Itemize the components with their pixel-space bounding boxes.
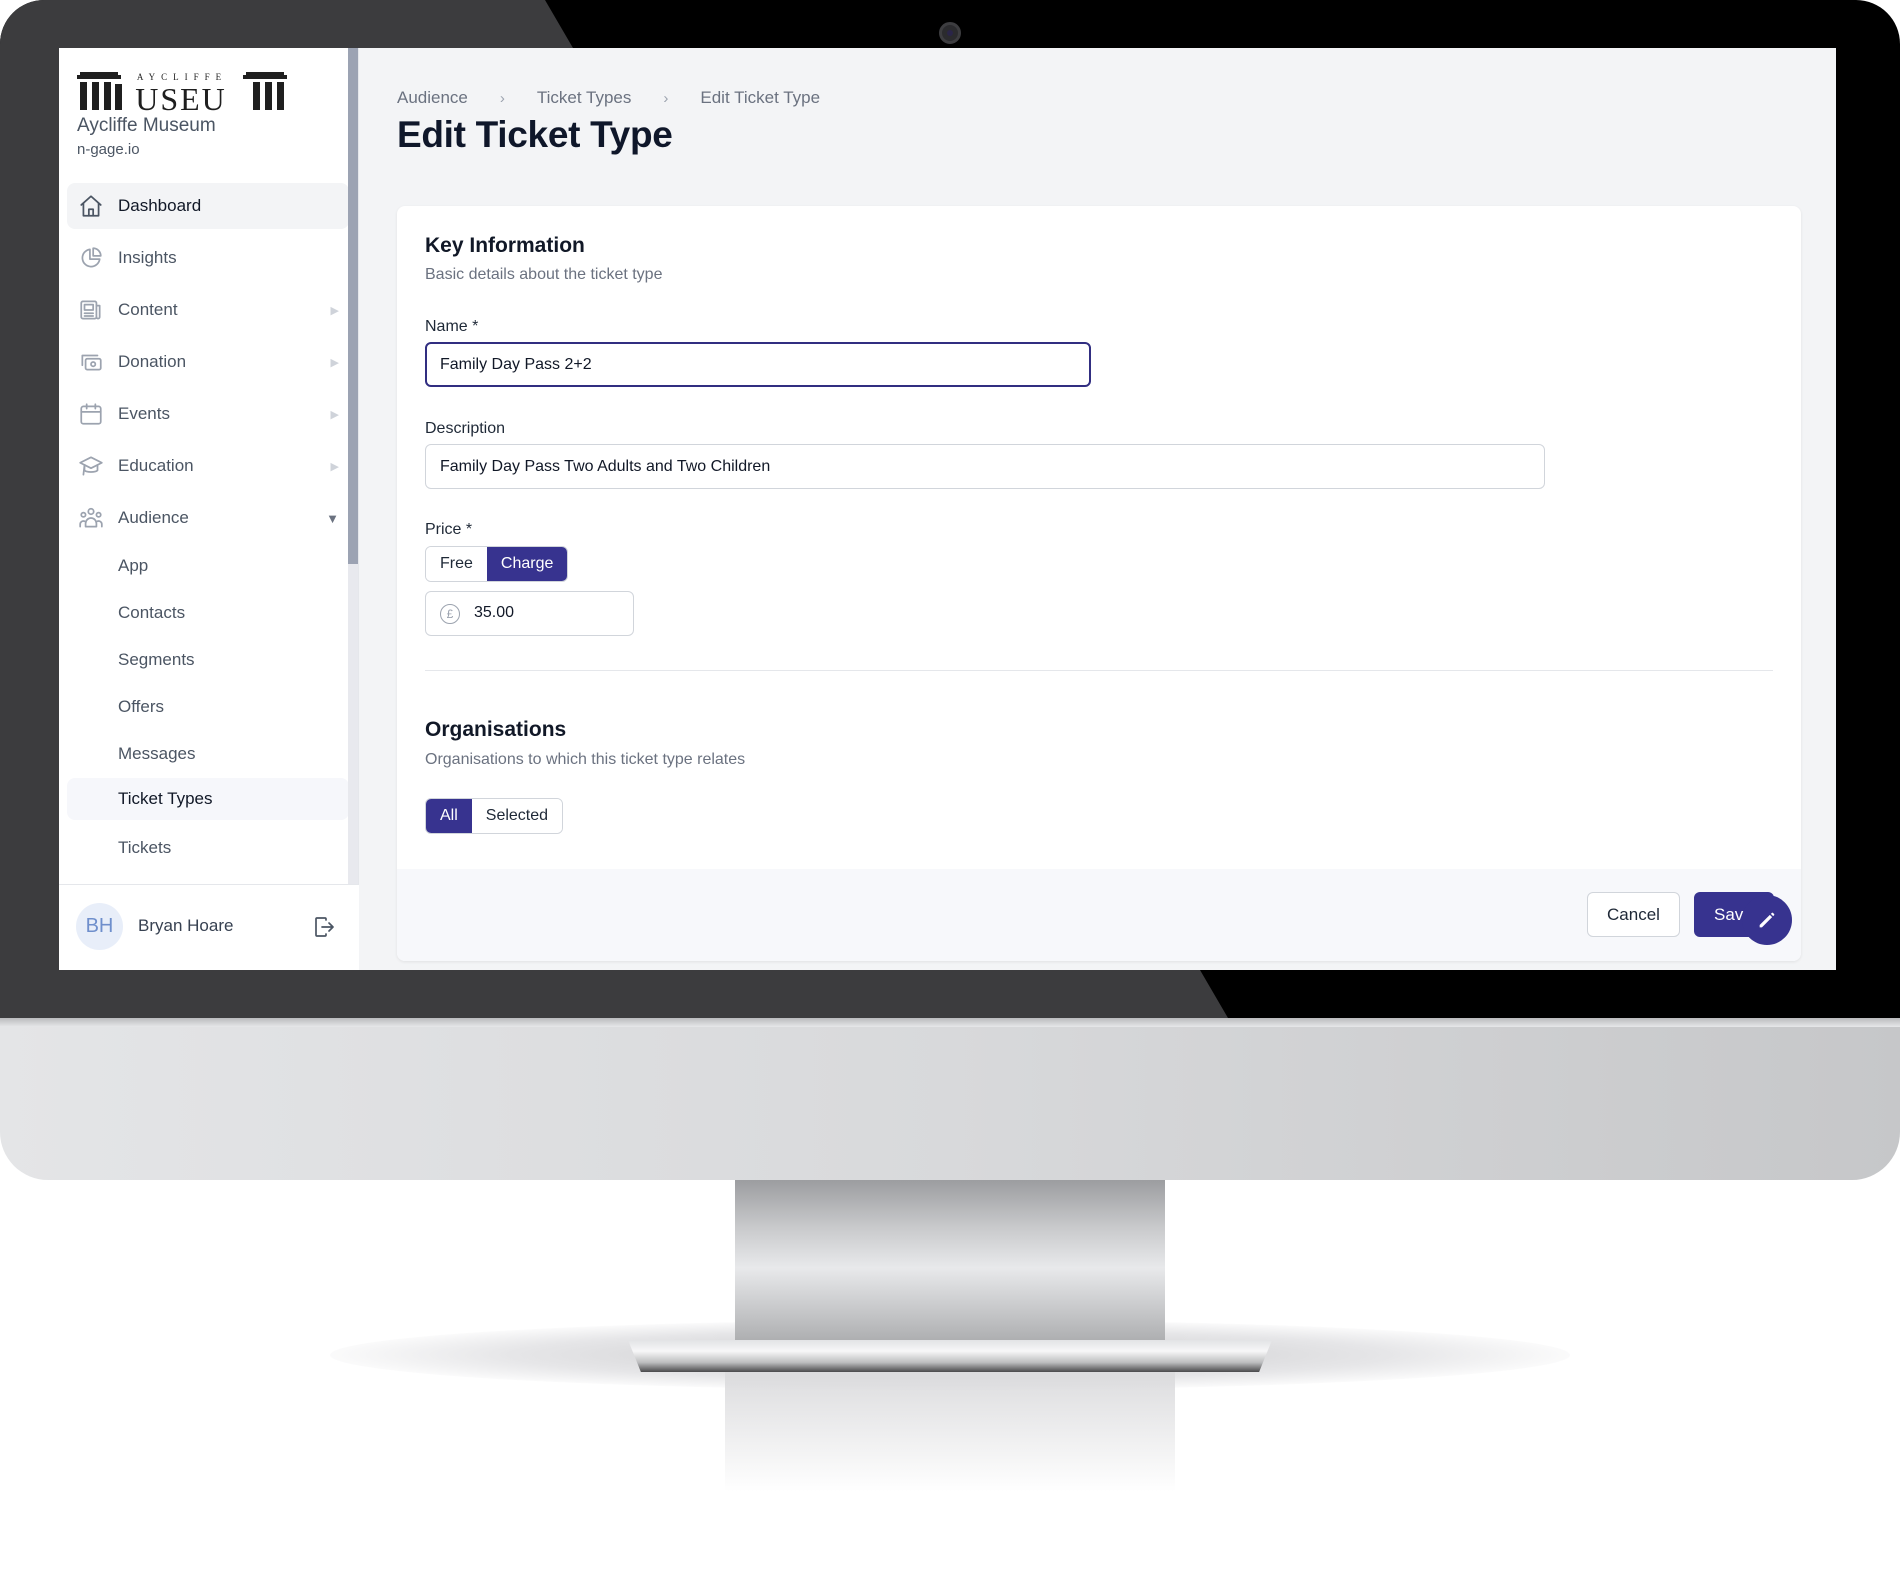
breadcrumb-audience[interactable]: Audience <box>397 88 468 108</box>
description-label: Description <box>425 420 506 437</box>
organisations-subtitle: Organisations to which this ticket type … <box>425 751 746 768</box>
sidebar-item-label: App <box>118 556 149 575</box>
sidebar-item-education[interactable]: Education ▶ <box>67 443 349 489</box>
sidebar: AYCLIFFE USEU Aycliffe Museum n-gage.io … <box>59 48 359 970</box>
sidebar-item-content[interactable]: Content ▶ <box>67 287 349 333</box>
organisations-heading: Organisations <box>425 718 567 741</box>
museum-logo[interactable]: AYCLIFFE USEU <box>77 72 287 112</box>
stand-reflection <box>725 1372 1175 1492</box>
chevron-right-icon: ▶ <box>330 304 339 317</box>
sidebar-item-label: Segments <box>118 650 195 669</box>
sidebar-item-label: Insights <box>118 248 177 267</box>
sidebar-item-label: Contacts <box>118 603 186 622</box>
sidebar-item-insights[interactable]: Insights <box>67 235 349 281</box>
sidebar-item-label: Audience <box>118 508 189 527</box>
sidebar-scrollbar-thumb[interactable] <box>348 48 358 564</box>
name-input[interactable] <box>425 342 1091 387</box>
sidebar-item-label: Tickets <box>118 838 172 857</box>
sidebar-item-label: Messages <box>118 744 196 763</box>
form-actions: Cancel Save <box>397 869 1801 961</box>
name-label: Name * <box>425 318 479 335</box>
sidebar-item-audience[interactable]: Audience ▼ <box>67 495 349 541</box>
sidebar-item-label: Dashboard <box>118 196 202 215</box>
svg-text:USEU: USEU <box>135 81 227 112</box>
sidebar-item-label: Ticket Types <box>118 789 213 808</box>
calendar-icon <box>77 400 105 428</box>
cash-icon <box>77 348 105 376</box>
pie-chart-icon <box>77 244 105 272</box>
sidebar-item-ticket-types[interactable]: Ticket Types <box>67 778 349 820</box>
camera-icon <box>939 22 961 44</box>
chevron-right-icon: › <box>499 89 505 107</box>
pencil-icon <box>1759 912 1775 928</box>
users-icon <box>77 504 105 532</box>
monitor-chin <box>0 1018 1900 1180</box>
edit-fab-button[interactable] <box>1742 895 1792 945</box>
description-input[interactable] <box>425 444 1545 489</box>
price-type-toggle: Free Charge <box>425 546 569 582</box>
sidebar-item-donation[interactable]: Donation ▶ <box>67 339 349 385</box>
app-screen: AYCLIFFE USEU Aycliffe Museum n-gage.io … <box>59 48 1836 970</box>
organisation-domain: n-gage.io <box>77 141 140 158</box>
chevron-right-icon: ▶ <box>330 460 339 473</box>
pound-currency-icon: £ <box>440 604 460 624</box>
organisation-name: Aycliffe Museum <box>77 115 216 136</box>
organisations-all-option[interactable]: All <box>426 799 472 833</box>
sidebar-item-contacts[interactable]: Contacts <box>67 590 349 636</box>
breadcrumb: Audience › Ticket Types › Edit Ticket Ty… <box>397 88 820 108</box>
graduation-cap-icon <box>77 452 105 480</box>
chevron-right-icon: › <box>663 89 669 107</box>
sidebar-item-dashboard[interactable]: Dashboard <box>67 183 349 229</box>
price-free-option[interactable]: Free <box>426 547 487 581</box>
section-divider <box>425 670 1773 671</box>
sidebar-item-offers[interactable]: Offers <box>67 684 349 730</box>
price-input[interactable] <box>474 604 614 622</box>
chevron-right-icon: ▶ <box>330 408 339 421</box>
key-information-heading: Key Information <box>425 234 585 257</box>
logout-icon[interactable] <box>312 915 336 939</box>
price-charge-option[interactable]: Charge <box>486 547 568 581</box>
user-panel: BH Bryan Hoare <box>59 884 359 970</box>
page-title: Edit Ticket Type <box>397 114 673 155</box>
sidebar-item-app[interactable]: App <box>67 543 349 589</box>
sidebar-item-events[interactable]: Events ▶ <box>67 391 349 437</box>
sidebar-item-messages[interactable]: Messages <box>67 731 349 777</box>
sidebar-item-label: Donation <box>118 352 187 371</box>
monitor-stand-foot <box>628 1340 1272 1372</box>
sidebar-item-segments[interactable]: Segments <box>67 637 349 683</box>
organisations-selected-option[interactable]: Selected <box>471 799 563 833</box>
chevron-down-icon: ▼ <box>326 510 339 526</box>
newspaper-icon <box>77 296 105 324</box>
monitor-stand-neck <box>735 1180 1165 1340</box>
user-name: Bryan Hoare <box>138 916 234 935</box>
avatar[interactable]: BH <box>76 903 123 950</box>
breadcrumb-current: Edit Ticket Type <box>700 88 821 107</box>
breadcrumb-ticket-types[interactable]: Ticket Types <box>537 88 631 108</box>
organisations-toggle: All Selected <box>425 798 564 834</box>
chevron-right-icon: ▶ <box>330 356 339 369</box>
key-information-subtitle: Basic details about the ticket type <box>425 266 663 283</box>
sidebar-item-label: Events <box>118 404 170 423</box>
price-label: Price * <box>425 521 473 538</box>
sidebar-item-label: Content <box>118 300 178 319</box>
edit-ticket-type-form: Key Information Basic details about the … <box>397 206 1801 961</box>
sidebar-item-tickets[interactable]: Tickets <box>67 825 349 871</box>
sidebar-item-label: Offers <box>118 697 164 716</box>
sidebar-item-label: Education <box>118 456 194 475</box>
home-icon <box>77 192 105 220</box>
price-input-wrapper: £ <box>425 591 634 636</box>
cancel-button[interactable]: Cancel <box>1587 892 1680 937</box>
